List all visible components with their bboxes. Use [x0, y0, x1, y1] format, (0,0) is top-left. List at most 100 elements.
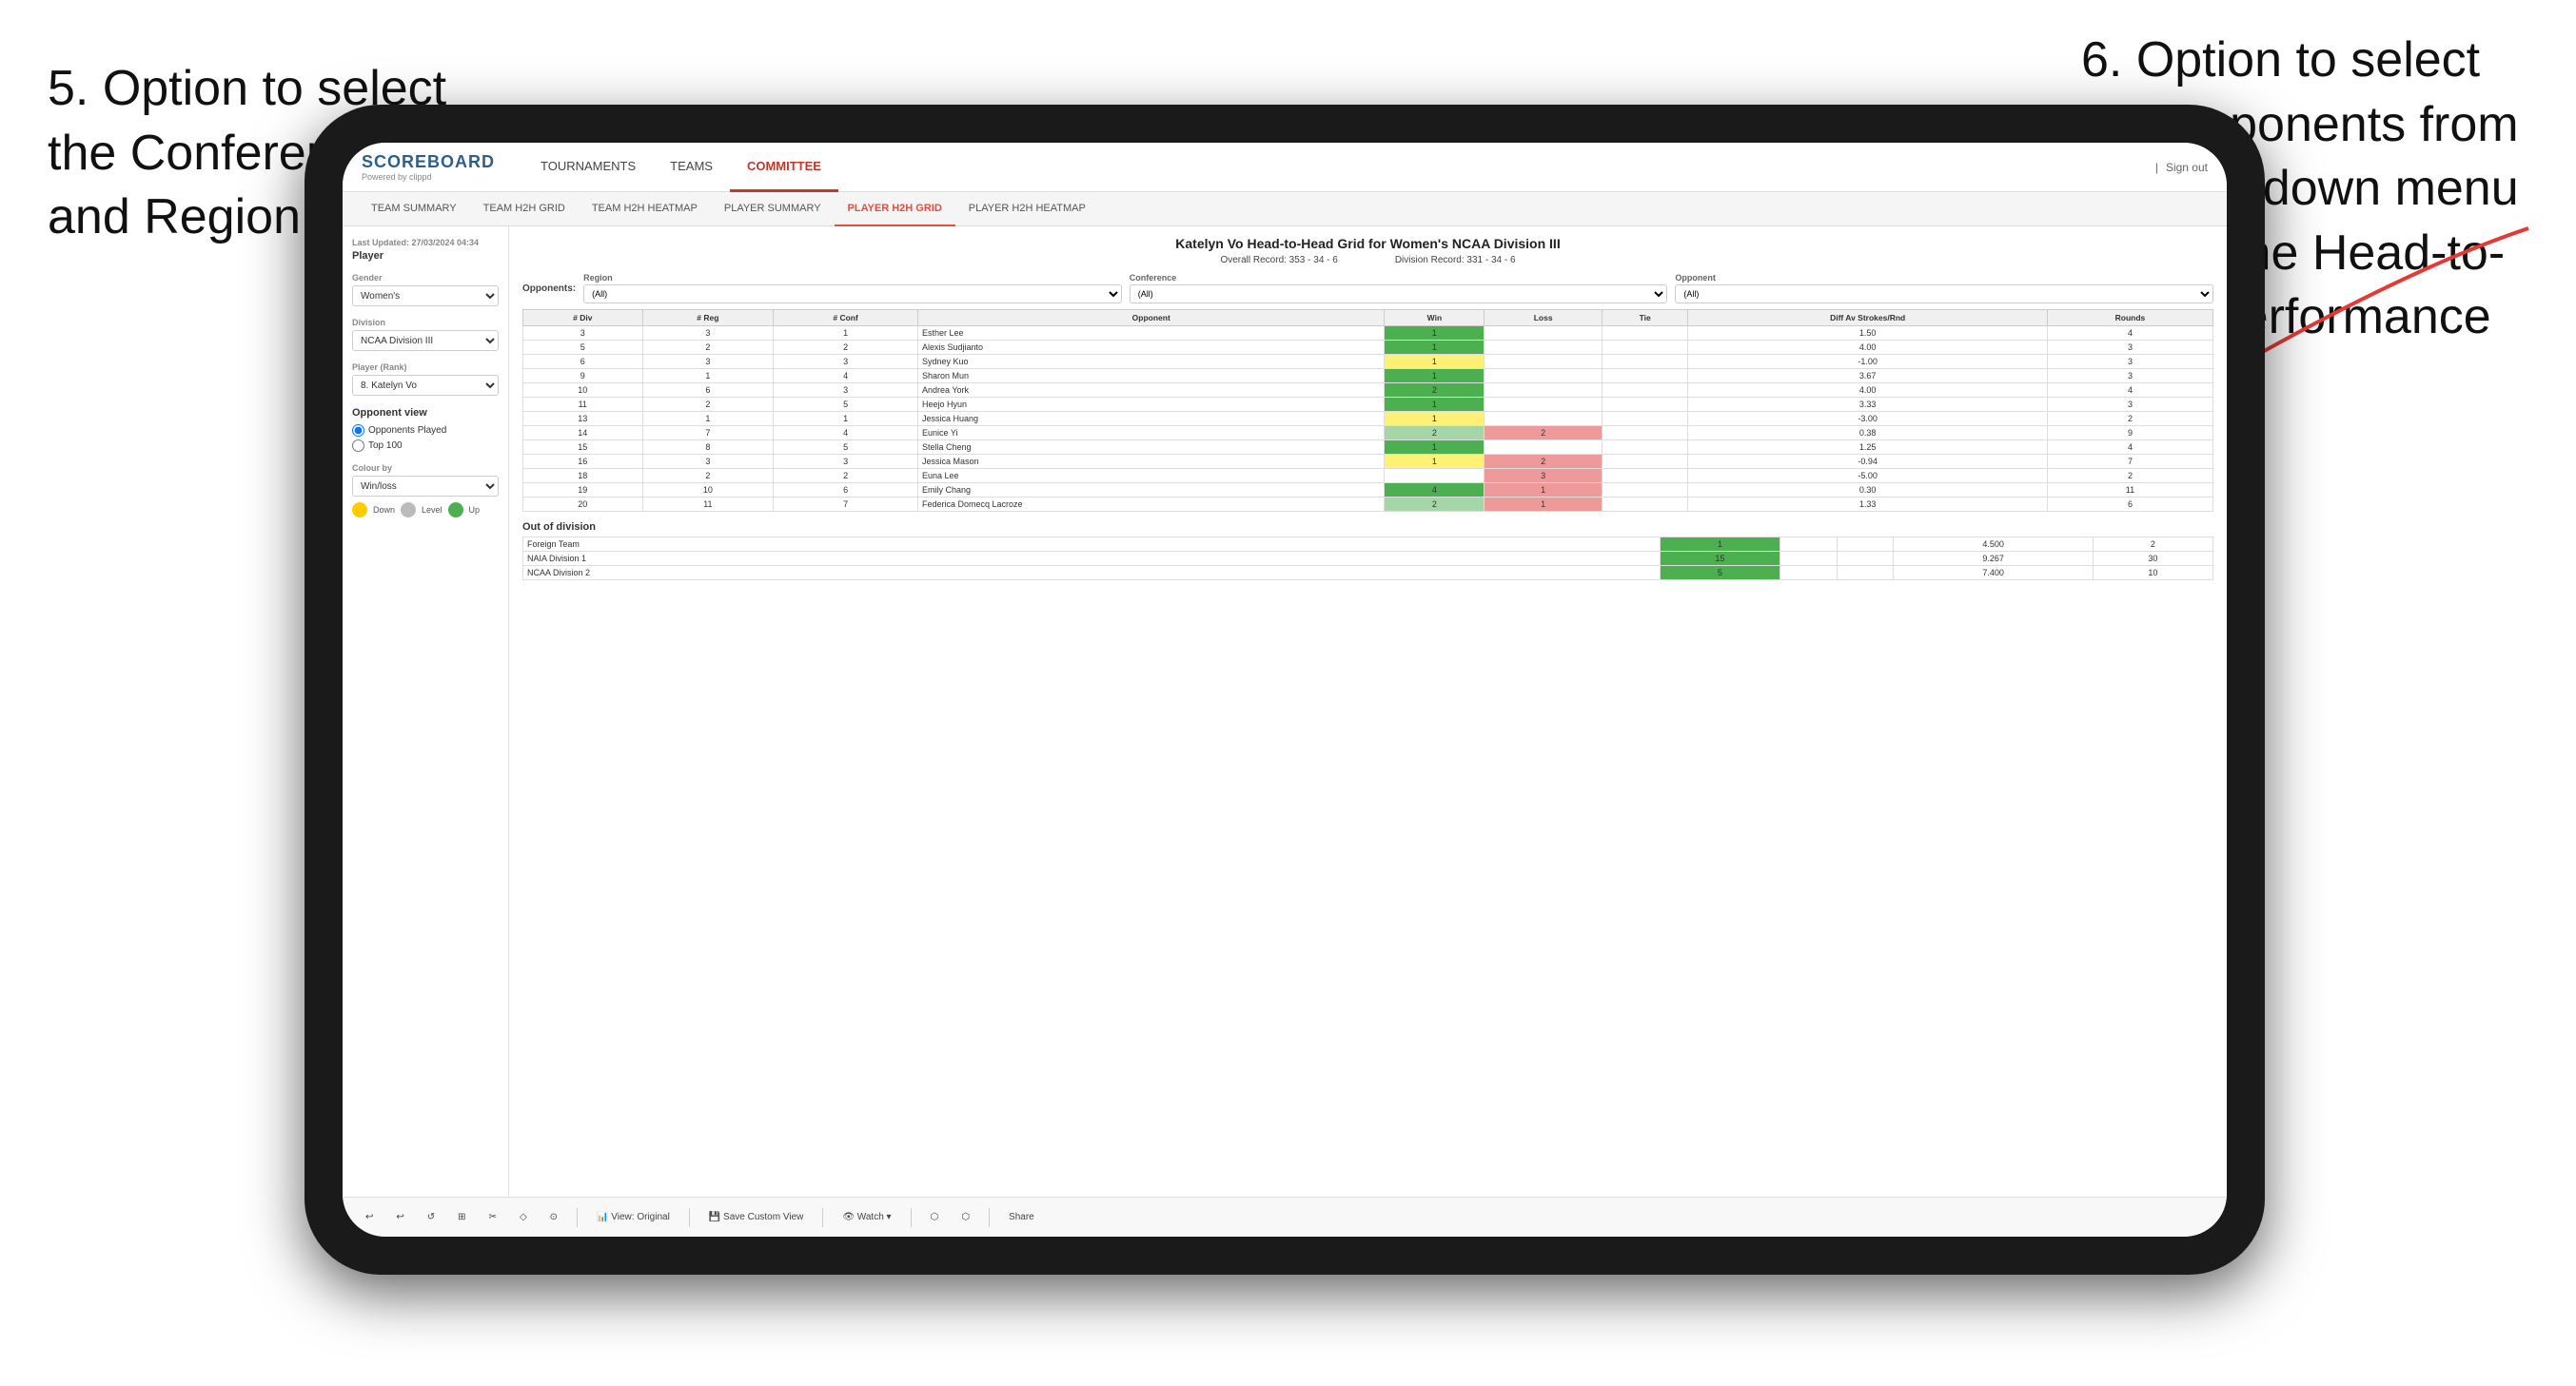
toolbar-redo[interactable]: ↺: [420, 1209, 442, 1225]
region-filter-label: Region: [583, 273, 1122, 283]
sub-nav-team-h2h-heatmap[interactable]: TEAM H2H HEATMAP: [579, 192, 711, 226]
cell-conf: 3: [774, 383, 918, 398]
radio-opponents-played[interactable]: Opponents Played: [352, 424, 499, 437]
logo-text: SCOREBOARD: [362, 152, 495, 172]
table-row: 19 10 6 Emily Chang 4 1 0.30 11: [523, 483, 2213, 498]
cell-opponent: Eunice Yi: [917, 426, 1384, 440]
col-loss: Loss: [1485, 310, 1602, 326]
cell-reg: 3: [642, 326, 774, 341]
cell-conf: 3: [774, 455, 918, 469]
cell-opponent: Alexis Sudjianto: [917, 341, 1384, 355]
toolbar-grid[interactable]: ⊞: [450, 1209, 473, 1225]
cell-div: 10: [523, 383, 643, 398]
radio-top100-label: Top 100: [368, 440, 403, 451]
player-rank-section: Player (Rank) 8. Katelyn Vo: [352, 362, 499, 396]
ood-cell-win: 5: [1660, 566, 1780, 580]
cell-rounds: 6: [2047, 498, 2212, 512]
sub-nav-player-h2h-grid[interactable]: PLAYER H2H GRID: [835, 192, 955, 226]
col-conf: # Conf: [774, 310, 918, 326]
toolbar-undo[interactable]: ↩: [358, 1209, 381, 1225]
cell-win: 4: [1385, 483, 1485, 498]
cell-opponent: Jessica Huang: [917, 412, 1384, 426]
table-row: 13 1 1 Jessica Huang 1 -3.00 2: [523, 412, 2213, 426]
region-filter-select[interactable]: (All): [583, 284, 1122, 303]
col-rounds: Rounds: [2047, 310, 2212, 326]
ood-cell-diff: 9.267: [1894, 552, 2093, 566]
colour-by-dropdown[interactable]: Win/loss: [352, 476, 499, 497]
sub-nav: TEAM SUMMARY TEAM H2H GRID TEAM H2H HEAT…: [343, 192, 2227, 226]
cell-loss: [1485, 369, 1602, 383]
cell-tie: [1602, 369, 1688, 383]
logo-area: SCOREBOARD Powered by clippd: [362, 152, 495, 182]
cell-diff: -5.00: [1688, 469, 2048, 483]
cell-diff: -3.00: [1688, 412, 2048, 426]
toolbar-shape[interactable]: ◇: [512, 1209, 535, 1225]
cell-win: 2: [1385, 426, 1485, 440]
toolbar-undo2[interactable]: ↩: [388, 1209, 411, 1225]
nav-item-committee[interactable]: COMMITTEE: [730, 143, 838, 192]
gender-dropdown[interactable]: Women's Men's: [352, 285, 499, 306]
toolbar-share[interactable]: Share: [1001, 1209, 1042, 1225]
radio-opponents-played-label: Opponents Played: [368, 425, 446, 436]
col-diff: Diff Av Strokes/Rnd: [1688, 310, 2048, 326]
cell-diff: 0.38: [1688, 426, 2048, 440]
radio-top100-input[interactable]: [352, 439, 364, 452]
last-updated-label: Last Updated: 27/03/2024 04:34: [352, 238, 499, 247]
cell-opponent: Euna Lee: [917, 469, 1384, 483]
cell-conf: 1: [774, 326, 918, 341]
cell-loss: 2: [1485, 426, 1602, 440]
cell-tie: [1602, 455, 1688, 469]
division-dropdown[interactable]: NCAA Division III NCAA Division I NCAA D…: [352, 330, 499, 351]
cell-tie: [1602, 440, 1688, 455]
cell-tie: [1602, 426, 1688, 440]
toolbar-time[interactable]: ⊙: [542, 1209, 565, 1225]
toolbar-save-custom[interactable]: 💾 Save Custom View: [701, 1209, 812, 1225]
cell-tie: [1602, 326, 1688, 341]
toolbar-cut[interactable]: ✂: [482, 1209, 504, 1225]
sidebar: Last Updated: 27/03/2024 04:34 Player Ge…: [343, 226, 509, 1197]
col-win: Win: [1385, 310, 1485, 326]
toolbar-icon2[interactable]: ⬡: [954, 1209, 977, 1225]
ood-table-row: NAIA Division 1 15 9.267 30: [523, 552, 2213, 566]
division-record: Division Record: 331 - 34 - 6: [1395, 255, 1516, 265]
cell-loss: [1485, 326, 1602, 341]
cell-tie: [1602, 398, 1688, 412]
colour-by-section: Colour by Win/loss Down Level Up: [352, 463, 499, 517]
nav-item-tournaments[interactable]: TOURNAMENTS: [523, 143, 653, 192]
cell-reg: 10: [642, 483, 774, 498]
table-row: 10 6 3 Andrea York 2 4.00 4: [523, 383, 2213, 398]
cell-loss: [1485, 412, 1602, 426]
table-row: 3 3 1 Esther Lee 1 1.50 4: [523, 326, 2213, 341]
toolbar-watch[interactable]: 👁 Watch ▾: [835, 1209, 898, 1225]
conference-filter-label: Conference: [1130, 273, 1668, 283]
gender-section: Gender Women's Men's: [352, 273, 499, 306]
cell-conf: 7: [774, 498, 918, 512]
cell-conf: 4: [774, 369, 918, 383]
cell-win: 1: [1385, 341, 1485, 355]
table-row: 11 2 5 Heejo Hyun 1 3.33 3: [523, 398, 2213, 412]
sub-nav-team-h2h-grid[interactable]: TEAM H2H GRID: [470, 192, 579, 226]
radio-opponents-played-input[interactable]: [352, 424, 364, 437]
cell-loss: [1485, 383, 1602, 398]
nav-item-teams[interactable]: TEAMS: [653, 143, 730, 192]
ood-cell-name: NCAA Division 2: [523, 566, 1661, 580]
conference-filter-select[interactable]: (All): [1130, 284, 1668, 303]
sub-nav-player-summary[interactable]: PLAYER SUMMARY: [711, 192, 835, 226]
cell-div: 14: [523, 426, 643, 440]
sub-nav-team-summary[interactable]: TEAM SUMMARY: [358, 192, 470, 226]
toolbar-sep1: [577, 1208, 578, 1227]
toolbar-view-original[interactable]: 📊 View: Original: [589, 1209, 678, 1225]
toolbar-icon1[interactable]: ⬡: [923, 1209, 947, 1225]
sub-nav-player-h2h-heatmap[interactable]: PLAYER H2H HEATMAP: [955, 192, 1099, 226]
ood-cell-diff: 4.500: [1894, 537, 2093, 552]
sign-out-link[interactable]: Sign out: [2166, 161, 2208, 174]
ood-cell-rounds: 2: [2093, 537, 2212, 552]
radio-top100[interactable]: Top 100: [352, 439, 499, 452]
player-section: Player: [352, 250, 499, 262]
cell-conf: 5: [774, 398, 918, 412]
cell-tie: [1602, 498, 1688, 512]
player-rank-dropdown[interactable]: 8. Katelyn Vo: [352, 375, 499, 396]
opponent-filter-select[interactable]: (All): [1675, 284, 2213, 303]
cell-conf: 2: [774, 341, 918, 355]
cell-reg: 1: [642, 412, 774, 426]
